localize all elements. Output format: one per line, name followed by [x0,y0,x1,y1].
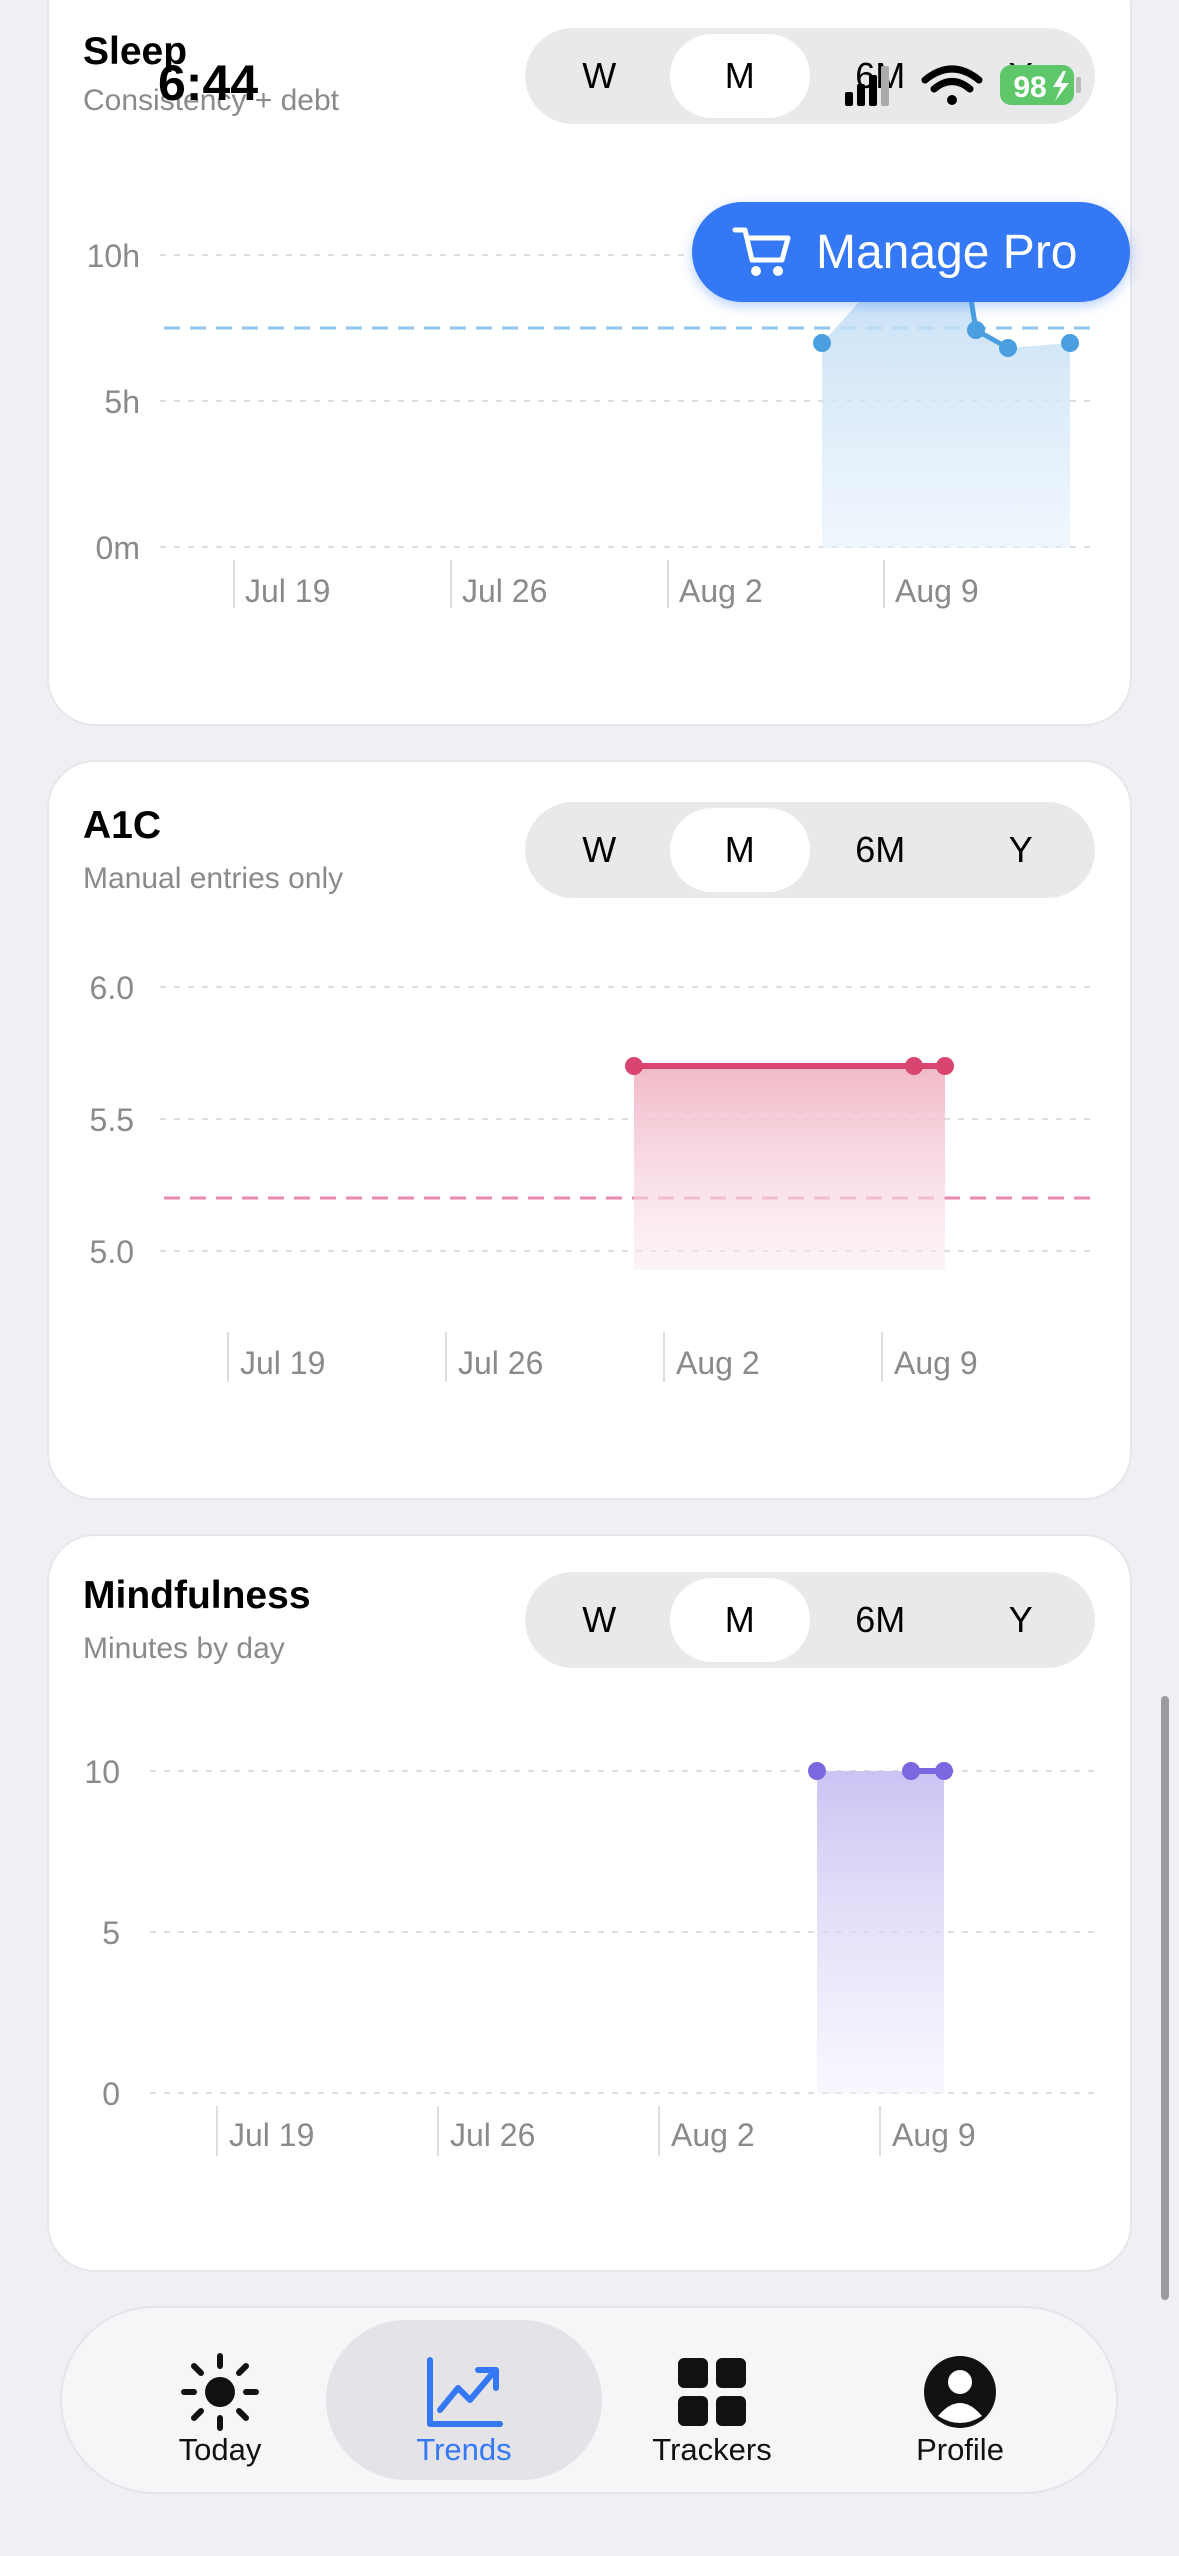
segment-week[interactable]: W [529,808,670,892]
data-point [813,334,831,352]
cellular-signal-icon [845,66,889,106]
data-point [967,321,985,339]
battery-percent: 98 [1013,71,1046,104]
range-segmented-control: W M 6M Y [525,1572,1095,1668]
data-point [625,1057,643,1075]
grid-icon [678,2358,746,2426]
x-tick: Aug 2 [676,1345,760,1381]
segment-month[interactable]: M [669,1578,810,1662]
y-tick: 5.5 [90,1102,134,1138]
segment-week[interactable]: W [529,1578,670,1662]
y-tick: 10 [84,1754,120,1790]
x-tick: Jul 19 [240,1345,325,1381]
y-tick: 5 [102,1915,120,1951]
data-point [905,1057,923,1075]
data-point [936,1057,954,1075]
x-tick: Jul 26 [462,573,547,609]
x-tick: Aug 2 [671,2117,755,2153]
data-point [808,1762,826,1780]
y-tick: 0 [102,2076,120,2112]
y-tick: 0m [96,530,140,566]
tab-bar: Today Trends Trackers Profile [62,2308,1116,2492]
a1c-area [634,1066,945,1270]
a1c-chart: 6.0 5.5 5.0 Jul 19 Jul 26 Aug 2 Aug 9 [90,970,1095,1382]
x-tick: Jul 26 [458,1345,543,1381]
mindfulness-area [817,1771,944,2094]
status-time: 6:44 [158,55,259,111]
segment-year[interactable]: Y [951,1578,1092,1662]
data-point [902,1762,920,1780]
card-title: Mindfulness [83,1574,311,1617]
segment-6-months[interactable]: 6M [810,1578,951,1662]
y-tick: 5h [104,384,140,420]
card-title: A1C [83,804,162,847]
manage-pro-label: Manage Pro [816,225,1078,279]
data-point [935,1762,953,1780]
card-subtitle: Manual entries only [83,862,344,895]
x-tick: Aug 9 [894,1345,978,1381]
card-subtitle: Minutes by day [83,1632,285,1665]
battery-icon: 98 [1000,65,1081,105]
y-tick: 5.0 [90,1234,134,1270]
data-point [999,339,1017,357]
tab-profile[interactable]: Profile [822,2320,1098,2480]
x-tick: Jul 19 [245,573,330,609]
manage-pro-button[interactable]: Manage Pro [692,202,1130,302]
wifi-icon [921,65,983,105]
x-tick: Jul 19 [229,2117,314,2153]
tab-profile-label: Profile [916,2432,1004,2467]
segment-6-months[interactable]: 6M [810,808,951,892]
tab-trends[interactable]: Trends [326,2320,602,2480]
cart-icon [732,227,791,276]
x-tick: Aug 9 [895,573,979,609]
tab-trends-label: Trends [416,2432,512,2467]
tab-today[interactable]: Today [82,2320,358,2480]
trend-chart-icon [427,2357,503,2427]
status-icons: 98 [845,65,1081,106]
sun-icon [181,2353,259,2431]
x-tick: Jul 26 [450,2117,535,2153]
person-circle-icon [924,2356,996,2428]
segment-month[interactable]: M [669,808,810,892]
range-segmented-control: W M 6M Y [525,802,1095,898]
y-tick: 10h [87,238,140,274]
x-tick: Aug 9 [892,2117,976,2153]
x-tick: Aug 2 [679,573,763,609]
y-tick: 6.0 [90,970,134,1006]
mindfulness-chart: 10 5 0 Jul 19 Jul 26 Aug 2 Aug 9 [84,1754,1095,2156]
tab-trackers-label: Trackers [652,2432,772,2467]
tab-trackers[interactable]: Trackers [574,2320,850,2480]
scroll-indicator[interactable] [1161,1696,1169,2300]
data-point [1061,334,1079,352]
segment-year[interactable]: Y [951,808,1092,892]
tab-today-label: Today [178,2432,262,2467]
